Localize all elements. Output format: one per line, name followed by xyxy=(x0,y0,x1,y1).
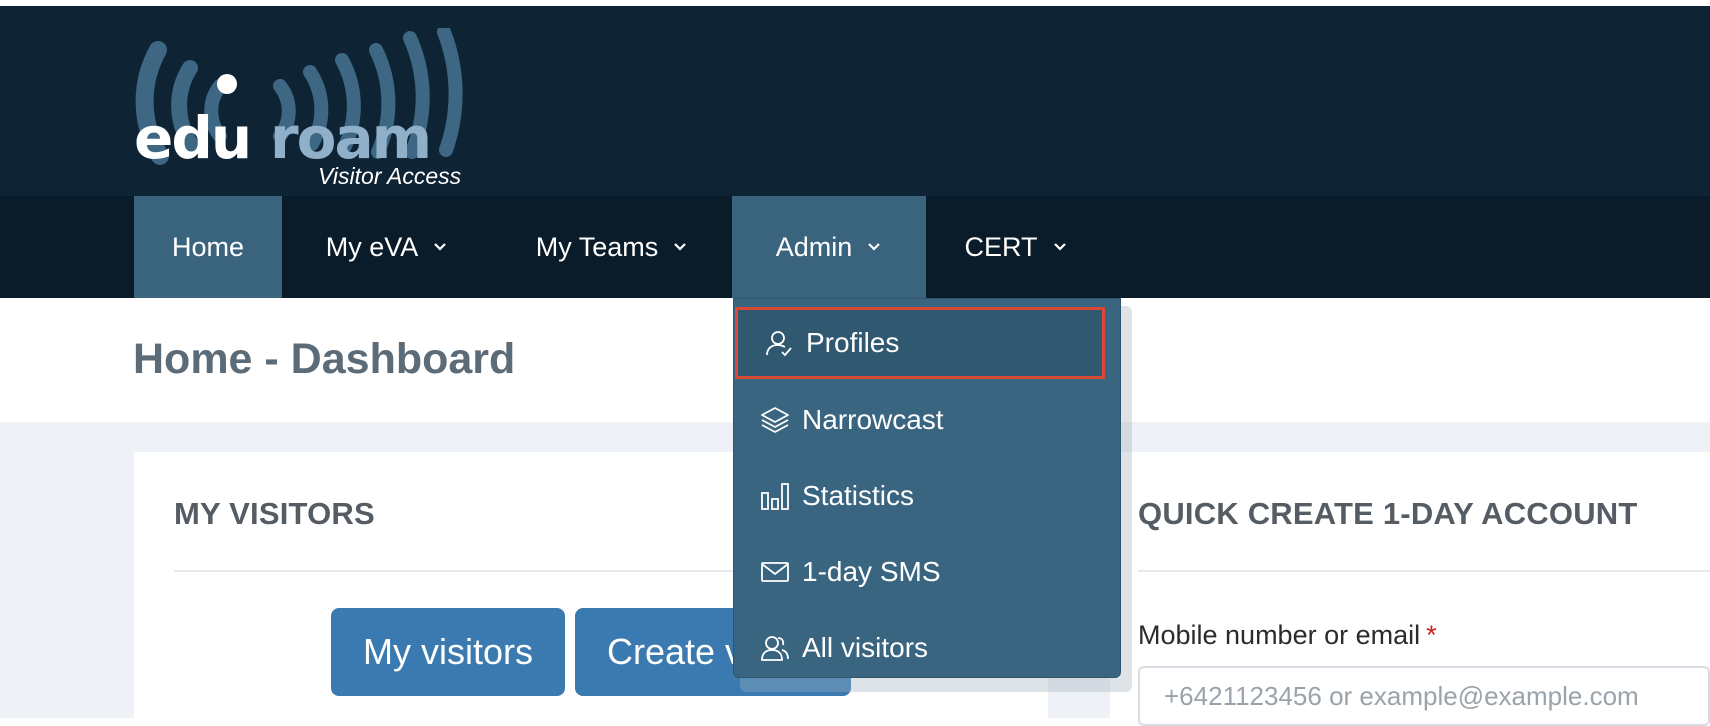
mobile-email-label-text: Mobile number or email xyxy=(1138,620,1421,650)
page-title: Home - Dashboard xyxy=(133,335,516,383)
nav-my-teams[interactable]: My Teams xyxy=(492,196,732,298)
menu-item-all-visitors[interactable]: All visitors xyxy=(734,613,1122,683)
quick-create-heading: QUICK CREATE 1-DAY ACCOUNT xyxy=(1138,496,1638,531)
logo-tagline: Visitor Access xyxy=(318,163,462,189)
menu-item-1day-sms[interactable]: 1-day SMS xyxy=(734,537,1122,607)
user-check-icon xyxy=(764,328,794,358)
nav-home[interactable]: Home xyxy=(134,196,282,298)
menu-item-statistics[interactable]: Statistics xyxy=(734,461,1122,531)
menu-item-narrowcast[interactable]: Narrowcast xyxy=(734,385,1122,455)
menu-item-all-visitors-label: All visitors xyxy=(802,632,929,663)
menu-item-profiles-label: Profiles xyxy=(806,327,900,358)
mobile-email-input[interactable] xyxy=(1138,666,1710,726)
layers-icon xyxy=(760,405,790,435)
menu-item-1day-sms-label: 1-day SMS xyxy=(802,556,941,587)
nav-my-eva[interactable]: My eVA xyxy=(282,196,492,298)
envelope-icon xyxy=(760,557,790,587)
nav-admin-label: Admin xyxy=(775,231,853,262)
my-visitors-button[interactable]: My visitors xyxy=(331,608,565,696)
nav-cert-label: CERT xyxy=(964,231,1038,262)
chevron-down-icon xyxy=(672,239,688,255)
svg-text:edu: edu xyxy=(134,104,250,172)
nav-home-label: Home xyxy=(171,231,245,262)
nav-cert[interactable]: CERT xyxy=(926,196,1106,298)
chevron-down-icon xyxy=(432,239,448,255)
menu-item-narrowcast-label: Narrowcast xyxy=(802,404,944,435)
site-header: edu roam Visitor Access xyxy=(0,6,1710,196)
svg-text:roam: roam xyxy=(270,104,430,172)
required-marker: * xyxy=(1426,620,1437,650)
bar-chart-icon xyxy=(760,481,790,511)
chevron-down-icon xyxy=(866,239,882,255)
menu-item-profiles[interactable]: Profiles xyxy=(735,307,1105,379)
nav-admin[interactable]: Admin xyxy=(732,196,926,298)
nav-my-eva-label: My eVA xyxy=(325,231,419,262)
my-visitors-heading: MY VISITORS xyxy=(174,496,375,531)
main-navbar: Home My eVA My Teams Admin CERT xyxy=(0,196,1710,298)
quick-create-card: QUICK CREATE 1-DAY ACCOUNT Mobile number… xyxy=(1110,452,1710,726)
eduroam-logo[interactable]: edu roam Visitor Access xyxy=(130,28,490,200)
users-icon xyxy=(760,633,790,663)
nav-my-teams-label: My Teams xyxy=(535,231,659,262)
divider xyxy=(1138,570,1710,572)
menu-item-statistics-label: Statistics xyxy=(802,480,915,511)
mobile-email-label: Mobile number or email * xyxy=(1138,620,1437,651)
chevron-down-icon xyxy=(1052,239,1068,255)
admin-dropdown-menu: Profiles Narrowcast Statistics 1-day SMS… xyxy=(733,298,1121,678)
